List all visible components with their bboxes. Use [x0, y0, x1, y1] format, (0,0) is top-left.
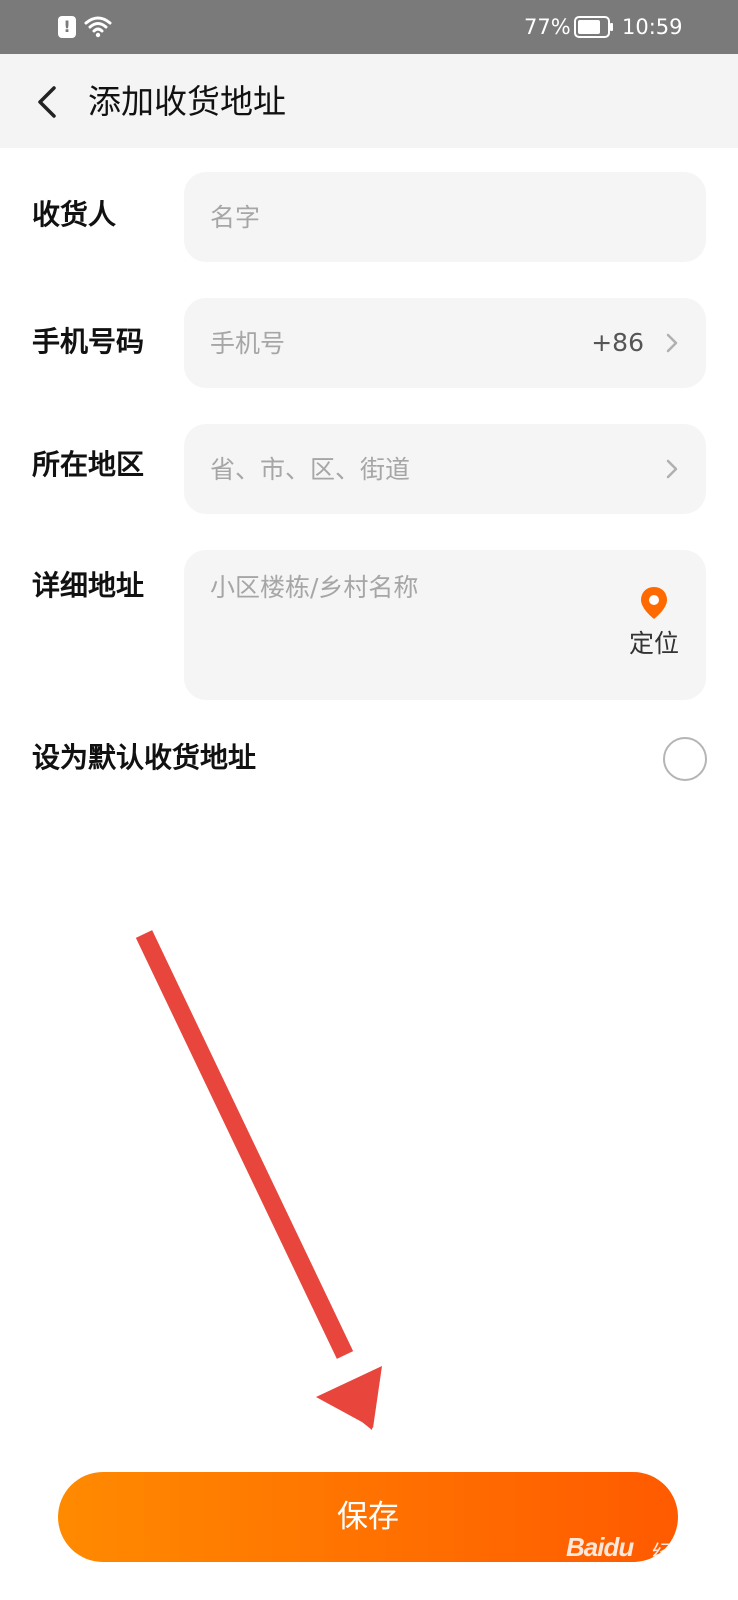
region-label: 所在地区: [32, 448, 145, 481]
watermark-url: jingyan.baidu.com: [570, 1572, 672, 1585]
alert-icon: !: [58, 16, 76, 38]
detail-address-input[interactable]: [210, 570, 590, 700]
region-input[interactable]: [210, 424, 650, 514]
chevron-right-icon[interactable]: [664, 331, 680, 355]
locate-button[interactable]: 定位: [626, 586, 682, 660]
clock: 10:59: [622, 15, 683, 39]
recipient-label: 收货人: [32, 198, 117, 231]
wifi-icon: [84, 16, 112, 38]
page-title: 添加收货地址: [88, 82, 286, 121]
detail-address-label: 详细地址: [32, 569, 145, 602]
phone-field[interactable]: +86: [184, 298, 706, 388]
phone-input[interactable]: [210, 298, 550, 388]
detail-address-field[interactable]: 定位: [184, 550, 706, 700]
recipient-field[interactable]: [184, 172, 706, 262]
battery-percent: 77%: [524, 15, 571, 39]
baidu-watermark: Baidu 经验 jingyan.baidu.com: [566, 1532, 716, 1592]
chevron-left-icon: [38, 86, 56, 118]
location-pin-icon: [641, 587, 667, 619]
battery-icon: [574, 16, 613, 38]
header-bar: 添加收货地址: [0, 54, 738, 148]
chevron-right-icon: [666, 459, 678, 479]
country-code-selector[interactable]: +86: [591, 298, 644, 388]
recipient-input[interactable]: [210, 172, 680, 262]
default-address-radio[interactable]: [663, 737, 707, 781]
back-button[interactable]: [28, 76, 76, 128]
locate-label: 定位: [628, 629, 679, 658]
phone-label: 手机号码: [32, 325, 145, 358]
watermark-brand: Baidu: [566, 1532, 634, 1562]
status-bar: ! 77% 10:59: [0, 0, 738, 54]
default-address-label: 设为默认收货地址: [32, 741, 257, 774]
watermark-cn: 经验: [652, 1542, 697, 1567]
region-field[interactable]: [184, 424, 706, 514]
